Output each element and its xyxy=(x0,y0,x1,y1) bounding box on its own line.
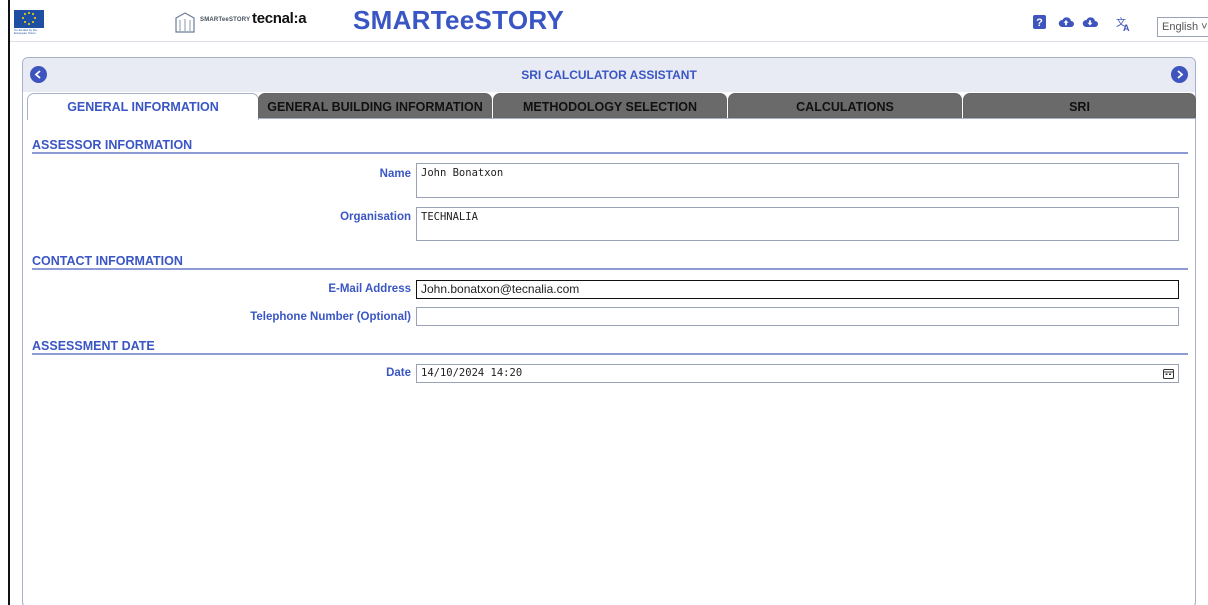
assessor-information-heading: ASSESSOR INFORMATION xyxy=(32,136,1188,154)
sri-calculator-panel: SRI CALCULATOR ASSISTANT GENERAL INFORMA… xyxy=(22,57,1196,605)
name-field[interactable]: John Bonatxon xyxy=(416,163,1179,198)
date-label: Date xyxy=(386,367,411,379)
panel-title: SRI CALCULATOR ASSISTANT xyxy=(521,68,697,82)
next-button[interactable] xyxy=(1171,66,1188,83)
date-value: 14/10/2024 14:20 xyxy=(421,367,523,379)
tecnalia-logo: tecnal:a xyxy=(252,10,307,27)
language-value: English xyxy=(1162,21,1199,33)
smarteestory-brand: SMARTeeSTORY xyxy=(200,17,251,23)
arrow-right-icon xyxy=(1177,70,1184,79)
organisation-field[interactable]: TECHNALIA xyxy=(416,207,1179,241)
svg-text:A: A xyxy=(1123,23,1130,32)
assessment-date-heading: ASSESSMENT DATE xyxy=(32,337,1188,355)
eu-flag-icon xyxy=(14,10,44,28)
eu-caption: Co-funded by the European Union xyxy=(14,28,38,35)
app-title: SMARTeeSTORY xyxy=(353,5,565,35)
building-logo-icon xyxy=(175,12,195,33)
name-label: Name xyxy=(379,168,411,180)
tab-calculations[interactable]: CALCULATIONS xyxy=(728,93,962,118)
eu-logo: Co-funded by the European Union xyxy=(14,10,44,35)
email-label: E-Mail Address xyxy=(328,283,411,295)
tab-rail xyxy=(259,118,1195,119)
chevron-down-icon: ˅ xyxy=(1201,21,1208,33)
window-edge xyxy=(8,0,10,605)
telephone-label: Telephone Number (Optional) xyxy=(250,311,411,323)
tab-methodology-selection[interactable]: METHODOLOGY SELECTION xyxy=(493,93,727,118)
svg-text:?: ? xyxy=(1036,17,1043,29)
organisation-label: Organisation xyxy=(340,211,411,223)
panel-header: SRI CALCULATOR ASSISTANT xyxy=(23,58,1195,92)
tab-sri[interactable]: SRI xyxy=(963,93,1196,118)
cloud-upload-icon[interactable] xyxy=(1058,14,1074,30)
help-icon[interactable]: ? xyxy=(1032,14,1048,30)
language-select[interactable]: English ˅ xyxy=(1157,17,1208,37)
translate-icon[interactable]: 文 A xyxy=(1116,16,1132,32)
date-field[interactable]: 14/10/2024 14:20 xyxy=(416,364,1179,383)
tab-general-information[interactable]: GENERAL INFORMATION xyxy=(27,93,259,120)
cloud-download-icon[interactable] xyxy=(1082,14,1098,30)
email-field[interactable]: John.bonatxon@tecnalia.com xyxy=(416,280,1179,299)
calendar-icon[interactable] xyxy=(1163,368,1174,379)
app-header: Co-funded by the European Union SMARTeeS… xyxy=(10,0,1208,42)
tab-general-building-information[interactable]: GENERAL BUILDING INFORMATION xyxy=(258,93,492,118)
telephone-field[interactable] xyxy=(416,307,1179,326)
contact-information-heading: CONTACT INFORMATION xyxy=(32,252,1188,270)
